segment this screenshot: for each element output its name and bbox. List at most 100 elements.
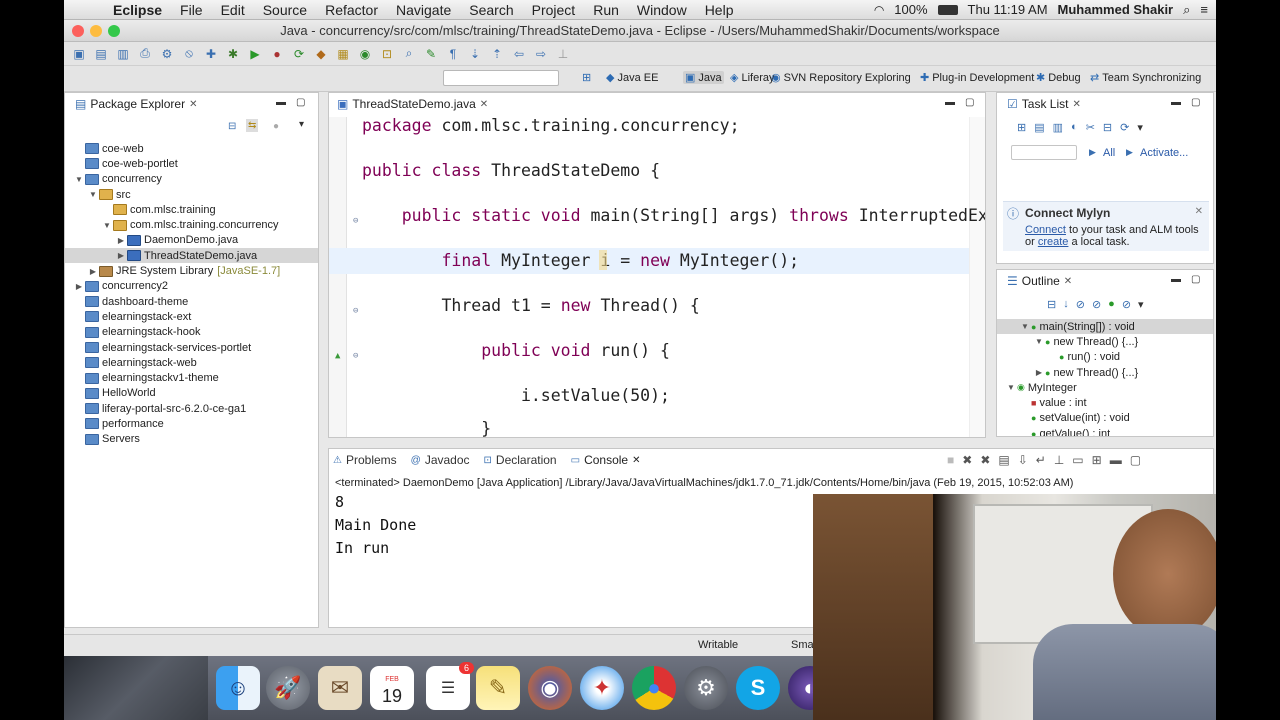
battery-icon[interactable] [937,4,958,15]
tab-declaration[interactable]: ⊡ Declaration [484,453,557,467]
maximize-icon[interactable]: ▢ [296,97,305,108]
tree-item[interactable]: ▶ concurrency2 [65,279,318,294]
skype-icon[interactable]: S [736,666,780,710]
collapsed-twistie-icon[interactable]: ▶ [1033,368,1045,377]
collapse-all-icon[interactable]: ⊟ [228,121,236,132]
perspective-svn-repository-exploring[interactable]: ◉ SVN Repository Exploring [771,71,911,85]
expanded-twistie-icon[interactable]: ▼ [1005,383,1017,392]
expanded-twistie-icon[interactable]: ▼ [1019,322,1031,331]
app-menu[interactable]: Eclipse [104,2,171,18]
outline-item[interactable]: ● getValue() : int [997,426,1213,436]
open-type-icon[interactable]: ⊡ [378,46,396,62]
tree-item[interactable]: performance [65,416,318,431]
close-icon[interactable]: ✕ [632,455,640,466]
pin-icon[interactable]: ⊥ [554,46,572,62]
expanded-twistie-icon[interactable]: ▼ [87,190,99,199]
tree-item[interactable]: ▶ JRE System Library [JavaSE-1.7] [65,263,318,278]
menu-source[interactable]: Source [254,2,316,18]
tree-item[interactable]: elearningstack-hook [65,325,318,340]
menu-window[interactable]: Window [628,2,696,18]
toggle-mark-icon[interactable]: ¶ [444,46,462,62]
tree-item[interactable]: ▼ concurrency [65,172,318,187]
open-perspective-icon[interactable]: ⊞ [582,71,591,84]
scheduled-icon[interactable]: ▥ [1053,121,1063,134]
all-tasks-link[interactable]: All [1103,147,1115,159]
maximize-icon[interactable]: ▢ [1130,453,1141,467]
debug-icon[interactable]: ✱ [224,46,242,62]
code-line[interactable]: public static void main(String[] args) t… [329,203,985,229]
search-icon[interactable]: ⌕ [400,46,418,62]
tree-item[interactable]: elearningstackv1-theme [65,370,318,385]
minimize-icon[interactable]: ▬ [276,97,286,108]
tab-problems[interactable]: ⚠ Problems [333,453,397,467]
annotation-icon[interactable]: ✎ [422,46,440,62]
menu-search[interactable]: Search [460,2,522,18]
back-icon[interactable]: ⇦ [510,46,528,62]
minimize-icon[interactable]: ▬ [1171,97,1181,108]
tree-item[interactable]: coe-web-portlet [65,156,318,171]
show-completed-icon[interactable]: ◐ [1071,121,1078,134]
save-all-icon[interactable]: ▥ [114,46,132,62]
hide-static-icon[interactable]: ⊘ [1092,298,1101,311]
new-class-icon[interactable]: ◉ [356,46,374,62]
scroll-lock-icon[interactable]: ⇩ [1018,453,1028,467]
outline-item[interactable]: ▶ ● new Thread() {...} [997,365,1213,380]
tab-javadoc[interactable]: @ Javadoc [411,453,470,467]
tab-outline[interactable]: ☰ Outline ✕ [1001,270,1079,292]
pin-console-icon[interactable]: ⊥ [1054,453,1064,467]
overview-ruler[interactable] [969,117,985,437]
tree-item[interactable]: ▼ com.mlsc.training.concurrency [65,217,318,232]
hide-fields-icon[interactable]: ⊘ [1076,298,1085,311]
minimize-window-button[interactable] [90,25,102,37]
menu-refactor[interactable]: Refactor [316,2,387,18]
notes-icon[interactable]: ✎ [476,666,520,710]
code-line[interactable]: public class ThreadStateDemo { [329,158,969,184]
tree-item[interactable]: elearningstack-services-portlet [65,340,318,355]
outline-item[interactable]: ▼ ◉ MyInteger [997,380,1213,395]
outline-item[interactable]: ● run() : void [997,350,1213,365]
maximize-icon[interactable]: ▢ [1191,97,1200,108]
fold-marker-icon[interactable]: ⊖ [353,306,358,316]
hide-nonpublic-icon[interactable]: ● [1108,298,1115,311]
finder-icon[interactable]: ☺ [216,666,260,710]
focus-icon[interactable]: ● [273,121,279,132]
code-line[interactable]: public void run() { [329,338,969,364]
close-icon[interactable]: ✕ [480,99,488,110]
hide-completed-icon[interactable]: ✂ [1086,121,1095,134]
minimize-icon[interactable]: ▬ [1110,453,1122,467]
open-console-icon[interactable]: ⊞ [1092,453,1102,467]
tree-item[interactable]: ▶ DaemonDemo.java [65,233,318,248]
wifi-icon[interactable]: ◠ [874,3,884,17]
console-output[interactable]: 8 Main Done In run [335,491,416,560]
hide-local-types-icon[interactable]: ⊘ [1122,298,1131,311]
remove-all-icon[interactable]: ✖ [980,453,990,467]
display-console-icon[interactable]: ▭ [1072,453,1083,467]
reminders-icon[interactable]: ☰ 6 [426,662,474,710]
categorized-icon[interactable]: ▤ [1034,121,1044,134]
code-line[interactable]: i.setValue(50); [329,383,969,409]
close-window-button[interactable] [72,25,84,37]
sync-icon[interactable]: ⟳ [1120,121,1129,134]
save-icon[interactable]: ▤ [92,46,110,62]
tab-console[interactable]: ▭ Console ✕ [570,453,641,467]
connect-link[interactable]: Connect [1025,224,1066,236]
tree-item[interactable]: elearningstack-web [65,355,318,370]
collapsed-twistie-icon[interactable]: ▶ [115,236,127,245]
tab-task-list[interactable]: ☑ Task List ✕ [1001,93,1087,115]
outline-item[interactable]: ■ value : int [997,395,1213,410]
outline-item[interactable]: ● setValue(int) : void [997,411,1213,426]
view-menu-icon[interactable]: ▾ [1137,121,1143,134]
view-menu-icon[interactable]: ▾ [299,119,304,130]
code-line[interactable]: } [329,416,969,437]
new-package-icon[interactable]: ▦ [334,46,352,62]
system-preferences-icon[interactable]: ⚙ [684,666,728,710]
refresh-icon[interactable]: ⟳ [290,46,308,62]
coverage-icon[interactable]: ● [268,46,286,62]
run-icon[interactable]: ▶ [246,46,264,62]
new-icon[interactable]: ▣ [70,46,88,62]
outline-item[interactable]: ▼ ● main(String[]) : void [997,319,1213,335]
menu-help[interactable]: Help [696,2,743,18]
menu-file[interactable]: File [171,2,212,18]
menu-edit[interactable]: Edit [212,2,254,18]
view-menu-icon[interactable]: ▾ [1138,298,1144,311]
